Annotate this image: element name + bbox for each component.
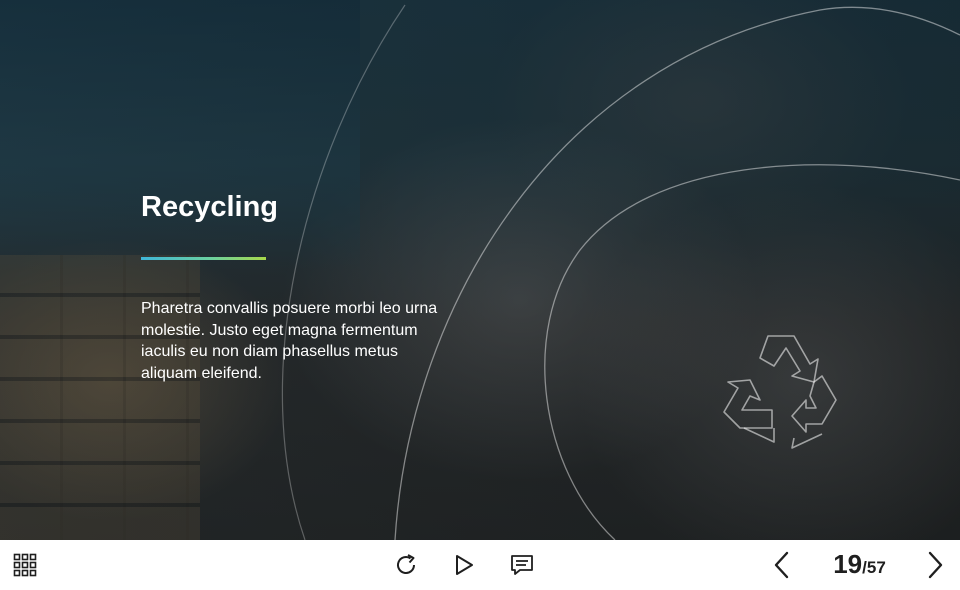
title-underline: [141, 257, 266, 260]
slide-title: Recycling: [141, 191, 278, 223]
chevron-left-icon: [774, 551, 789, 579]
next-slide-button[interactable]: [920, 550, 950, 580]
replay-button[interactable]: [391, 550, 421, 580]
recycle-icon: [723, 335, 837, 449]
slide-content: Recycling Pharetra convallis posuere mor…: [141, 190, 451, 384]
notes-icon: [511, 555, 533, 575]
previous-slide-button[interactable]: [767, 550, 797, 580]
menu-button[interactable]: [10, 550, 40, 580]
player-toolbar: 19 / 57: [0, 540, 960, 590]
slide-canvas: Recycling Pharetra convallis posuere mor…: [0, 0, 960, 540]
play-button[interactable]: [449, 550, 479, 580]
play-icon: [456, 555, 473, 575]
current-slide-number: 19: [833, 549, 863, 579]
chevron-right-icon: [928, 551, 943, 579]
slide-body-text: Pharetra convallis posuere morbi leo urn…: [141, 300, 438, 382]
slide-counter: 19 / 57: [822, 549, 897, 581]
grid-menu-icon: [13, 553, 37, 577]
notes-button[interactable]: [507, 550, 537, 580]
replay-icon: [397, 554, 415, 574]
total-slides-number: 57: [866, 558, 886, 577]
